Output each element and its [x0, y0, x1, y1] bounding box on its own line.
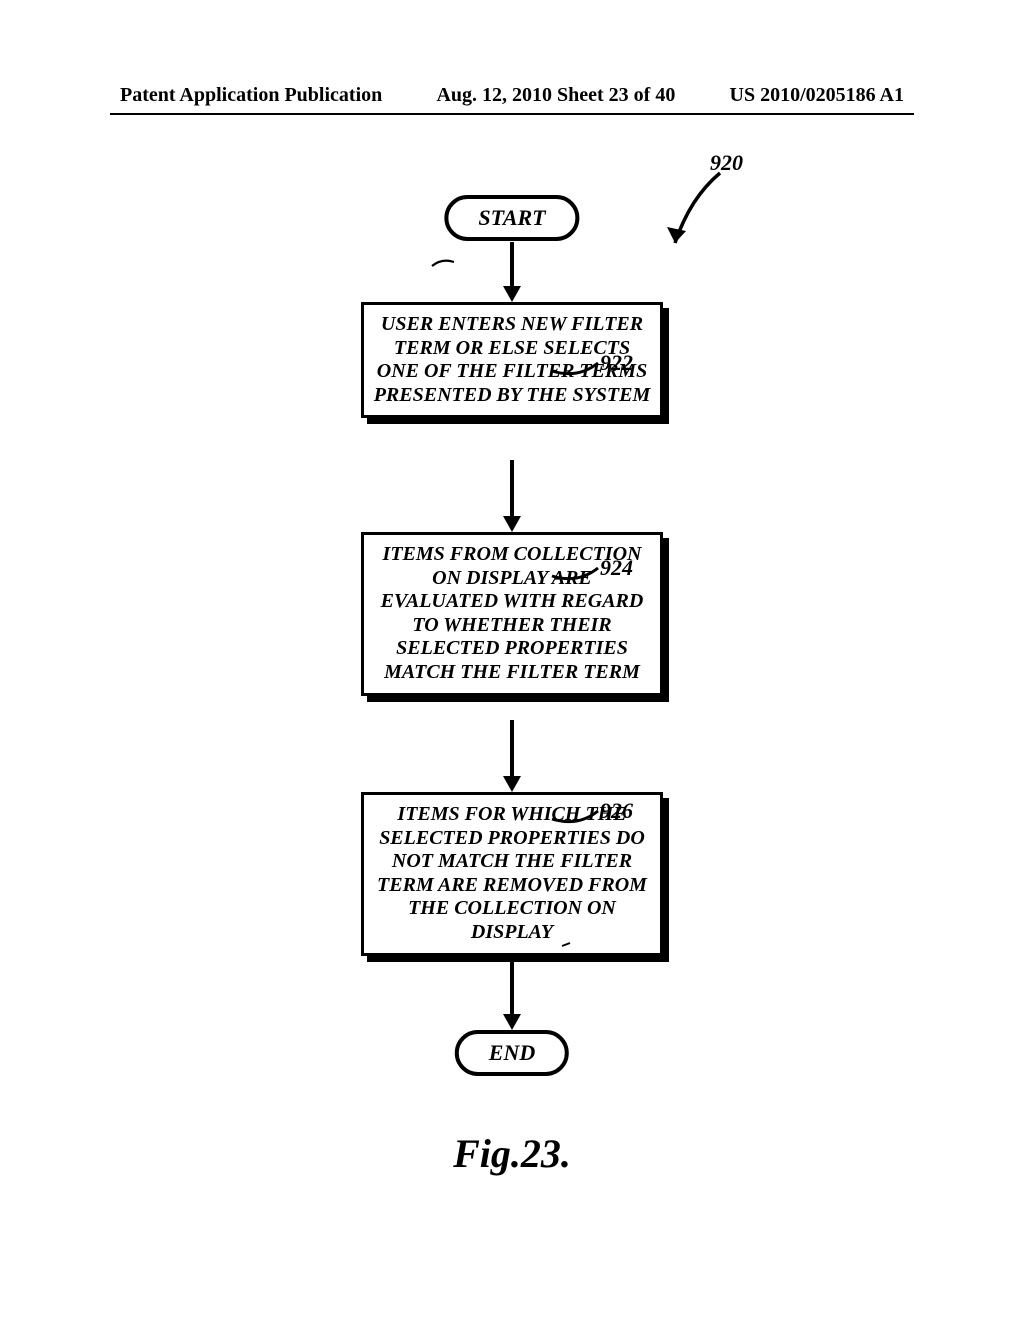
terminal-end: END — [455, 1030, 569, 1076]
tick-mark — [430, 256, 460, 270]
header-right: US 2010/0205186 A1 — [730, 84, 904, 107]
leader-926 — [548, 803, 606, 829]
figure-reference-leader — [620, 168, 750, 278]
flowchart: 920 START USER ENTERS NEW FILTER TERM OR… — [0, 150, 1024, 1150]
page-header: Patent Application Publication Aug. 12, … — [0, 84, 1024, 115]
leader-924 — [548, 560, 606, 586]
stray-mark — [560, 940, 574, 950]
header-rule — [110, 113, 914, 115]
header-center: Aug. 12, 2010 Sheet 23 of 40 — [436, 84, 675, 107]
patent-page: Patent Application Publication Aug. 12, … — [0, 0, 1024, 1320]
header-left: Patent Application Publication — [120, 84, 382, 107]
header-line: Patent Application Publication Aug. 12, … — [0, 84, 1024, 107]
terminal-start: START — [444, 195, 579, 241]
figure-caption: Fig.23. — [453, 1130, 571, 1177]
leader-922 — [548, 355, 606, 381]
